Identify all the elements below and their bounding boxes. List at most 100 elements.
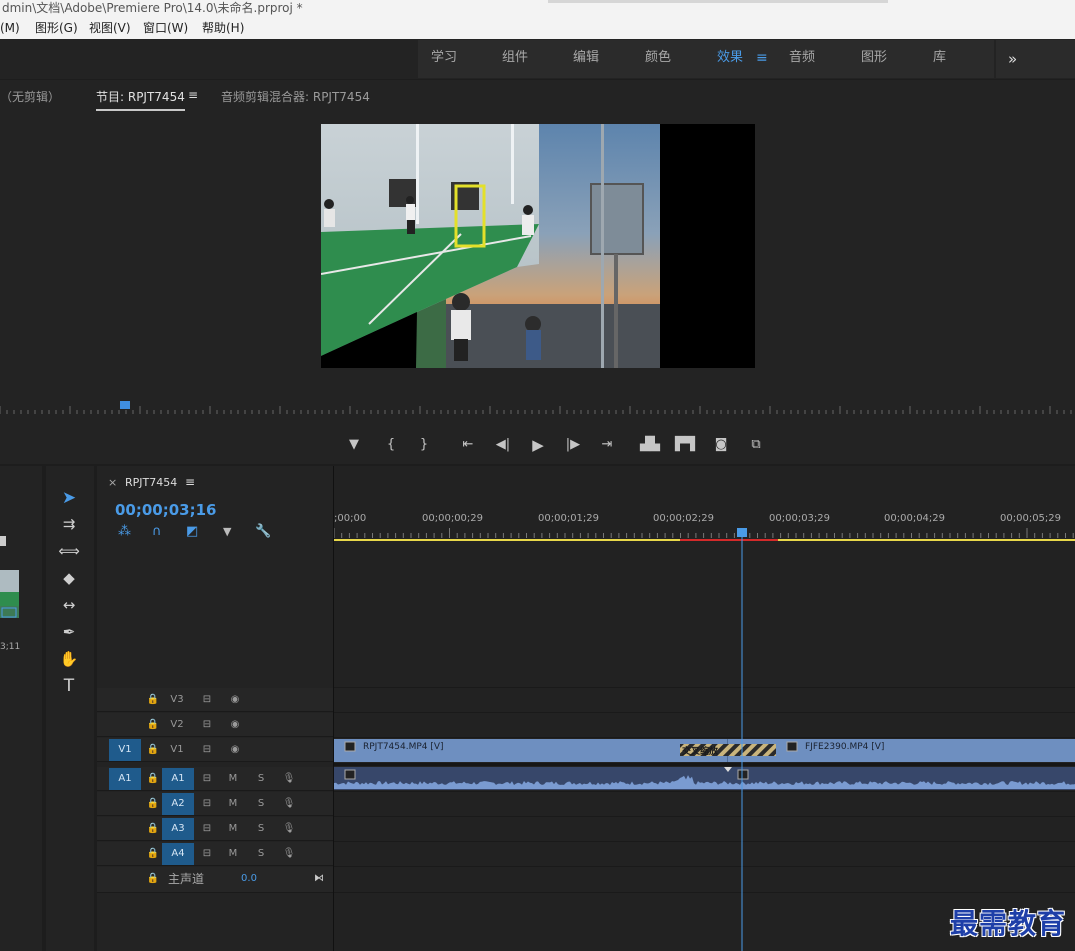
sequence-menu-icon[interactable]: ≡ — [185, 475, 195, 489]
source-patch-a1[interactable]: A1 — [109, 768, 141, 790]
sync-lock-icon[interactable]: ⊟ — [197, 767, 217, 791]
tab-source-monitor[interactable]: （无剪辑） — [0, 88, 60, 105]
menu-item-marker[interactable]: (M) — [0, 18, 20, 39]
source-patch-v1[interactable]: V1 — [109, 739, 141, 761]
eye-icon[interactable]: ◉ — [225, 738, 245, 762]
step-forward-icon[interactable]: |▶ — [563, 430, 583, 460]
sync-lock-icon[interactable]: ⊟ — [197, 817, 217, 841]
lock-icon[interactable]: 🔒 — [145, 738, 161, 762]
sync-lock-icon[interactable]: ⊟ — [197, 713, 217, 737]
menu-item-help[interactable]: 帮助(H) — [202, 18, 244, 39]
track-label-a4[interactable]: A4 — [162, 843, 194, 865]
ripple-edit-tool-icon[interactable]: ⟺ — [56, 540, 82, 562]
mute-button[interactable]: M — [225, 767, 241, 791]
pen-tool-icon[interactable]: ✒ — [56, 621, 82, 643]
microphone-icon[interactable]: 🎙 — [281, 792, 297, 816]
track-select-tool-icon[interactable]: ⇉ — [56, 513, 82, 535]
workspace-learning[interactable]: 学习 — [431, 39, 457, 77]
title-shadow — [548, 0, 888, 3]
timeline-panel: × RPJT7454 ≡ 00;00;03;16 ⁂ ∩ ◩ ▼ 🔧 🔒 V3 … — [97, 466, 1075, 951]
slip-tool-icon[interactable]: ↔ — [56, 594, 82, 616]
selection-tool-icon[interactable]: ➤ — [56, 487, 82, 509]
sync-lock-icon[interactable]: ⊟ — [197, 738, 217, 762]
workspace-menu-icon[interactable]: ≡ — [756, 39, 768, 77]
project-item-thumbnail[interactable] — [0, 570, 19, 618]
microphone-icon[interactable]: 🎙 — [281, 817, 297, 841]
transition-cross-zoom[interactable]: 交叉缩放 — [682, 744, 718, 757]
wrench-icon[interactable]: 🔧 — [255, 524, 271, 539]
tools-panel: ➤ ⇉ ⟺ ◆ ↔ ✒ ✋ T — [46, 466, 94, 951]
lock-icon[interactable]: 🔒 — [145, 713, 161, 737]
workspace-editing[interactable]: 编辑 — [573, 39, 599, 77]
menu-item-view[interactable]: 视图(V) — [89, 18, 131, 39]
type-tool-icon[interactable]: T — [56, 675, 82, 697]
solo-button[interactable]: S — [253, 842, 269, 866]
lift-icon[interactable]: ▟▙ — [640, 430, 660, 460]
workspace-assembly[interactable]: 组件 — [502, 39, 528, 77]
clip-label-v1-2[interactable]: FJFE2390.MP4 [V] — [805, 742, 884, 752]
close-sequence-icon[interactable]: × — [108, 476, 117, 489]
mark-in-icon[interactable]: { — [381, 430, 401, 460]
sync-lock-icon[interactable]: ⊟ — [197, 792, 217, 816]
mute-button[interactable]: M — [225, 817, 241, 841]
snap-magnet-icon[interactable]: ∩ — [152, 524, 162, 539]
lock-icon[interactable]: 🔒 — [145, 688, 161, 712]
track-label-a3[interactable]: A3 — [162, 818, 194, 840]
go-to-in-icon[interactable]: ⇤ — [458, 430, 478, 460]
eye-icon[interactable]: ◉ — [225, 688, 245, 712]
solo-button[interactable]: S — [253, 792, 269, 816]
timeline-timecode[interactable]: 00;00;03;16 — [115, 501, 217, 519]
mute-button[interactable]: M — [225, 842, 241, 866]
nest-icon[interactable]: ⁂ — [118, 524, 131, 539]
clip-label-v1-1[interactable]: RPJT7454.MP4 [V] — [363, 742, 444, 752]
lock-icon[interactable]: 🔒 — [145, 867, 161, 891]
workspace-graphics[interactable]: 图形 — [861, 39, 887, 77]
workspace-color[interactable]: 颜色 — [645, 39, 671, 77]
program-video-frame[interactable] — [321, 124, 755, 368]
razor-tool-icon[interactable]: ◆ — [56, 567, 82, 589]
add-marker-timeline-icon[interactable]: ▼ — [223, 525, 231, 538]
more-workspaces-button[interactable]: » — [996, 40, 1075, 78]
master-volume-value[interactable]: 0.0 — [237, 867, 261, 891]
go-to-out-icon[interactable]: ⇥ — [597, 430, 617, 460]
workspace-effects[interactable]: 效果 — [717, 39, 743, 77]
master-track-label: 主声道 — [167, 872, 204, 886]
play-icon[interactable]: ▶ — [528, 430, 548, 460]
master-go-to-end-icon[interactable]: ⧑ — [309, 867, 329, 891]
microphone-icon[interactable]: 🎙 — [281, 842, 297, 866]
linked-selection-icon[interactable]: ◩ — [186, 524, 198, 539]
mark-out-icon[interactable]: } — [414, 430, 434, 460]
timeline-tracks-area[interactable]: ;00;00 00;00;00;29 00;00;01;29 00;00;02;… — [333, 466, 1075, 951]
program-panel-menu-icon[interactable]: ≡ — [188, 88, 198, 102]
hand-tool-icon[interactable]: ✋ — [56, 648, 82, 670]
workspace-libraries[interactable]: 库 — [933, 39, 946, 77]
ruler-label: 00;00;00;29 — [422, 513, 484, 524]
monitor-time-ruler[interactable] — [0, 400, 1075, 416]
mute-button[interactable]: M — [225, 792, 241, 816]
extract-icon[interactable]: ▛▜ — [675, 430, 695, 460]
sync-lock-icon[interactable]: ⊟ — [197, 842, 217, 866]
eye-icon[interactable]: ◉ — [225, 713, 245, 737]
lock-icon[interactable]: 🔒 — [145, 792, 161, 816]
track-label-a2[interactable]: A2 — [162, 793, 194, 815]
solo-button[interactable]: S — [253, 817, 269, 841]
track-label-a1[interactable]: A1 — [162, 768, 194, 790]
export-frame-icon[interactable]: ◙ — [711, 430, 731, 460]
sync-lock-icon[interactable]: ⊟ — [197, 688, 217, 712]
lock-icon[interactable]: 🔒 — [145, 767, 161, 791]
microphone-icon[interactable]: 🎙 — [281, 767, 297, 791]
workspace-audio[interactable]: 音频 — [789, 39, 815, 77]
menu-item-window[interactable]: 窗口(W) — [143, 18, 188, 39]
step-back-icon[interactable]: ◀| — [493, 430, 513, 460]
comparison-view-icon[interactable]: ⧉ — [746, 430, 766, 460]
lock-icon[interactable]: 🔒 — [145, 817, 161, 841]
menu-item-graphics[interactable]: 图形(G) — [35, 18, 78, 39]
lock-icon[interactable]: 🔒 — [145, 842, 161, 866]
tab-audio-clip-mixer[interactable]: 音频剪辑混合器: RPJT7454 — [221, 88, 370, 105]
sequence-tab[interactable]: RPJT7454 — [125, 476, 177, 489]
tab-program-monitor[interactable]: 节目: RPJT7454 — [96, 88, 185, 111]
add-marker-icon[interactable]: ▼ — [344, 430, 364, 460]
project-scroll-handle[interactable] — [0, 536, 6, 546]
solo-button[interactable]: S — [253, 767, 269, 791]
track-row-a3: 🔒 A3 ⊟ M S 🎙 — [97, 817, 333, 841]
